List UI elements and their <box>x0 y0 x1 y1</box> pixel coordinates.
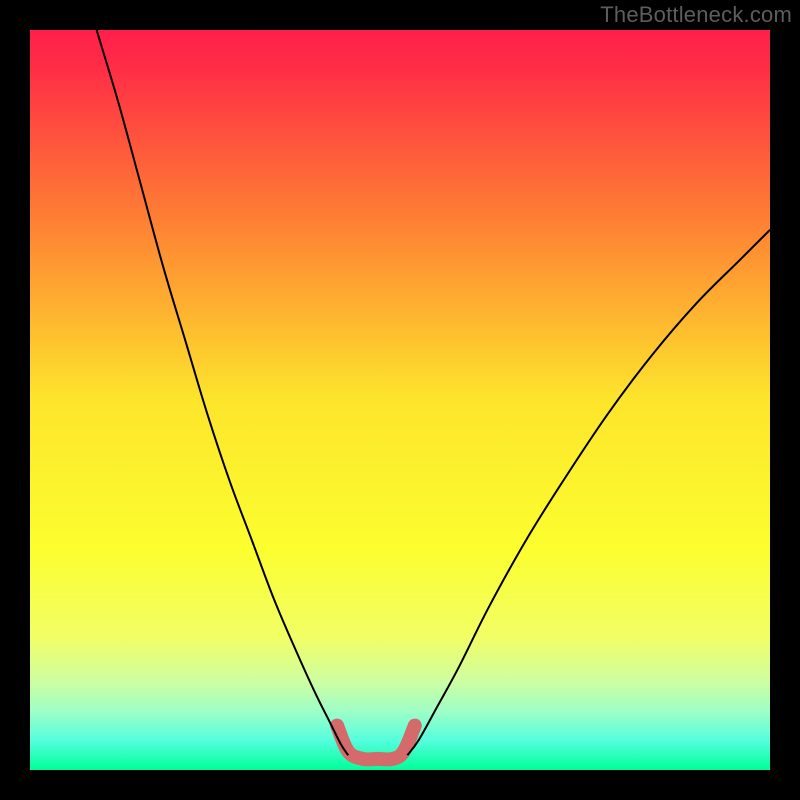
bottleneck-chart <box>30 30 770 770</box>
chart-background <box>30 30 770 770</box>
chart-frame <box>30 30 770 770</box>
watermark-text: TheBottleneck.com <box>600 2 792 28</box>
